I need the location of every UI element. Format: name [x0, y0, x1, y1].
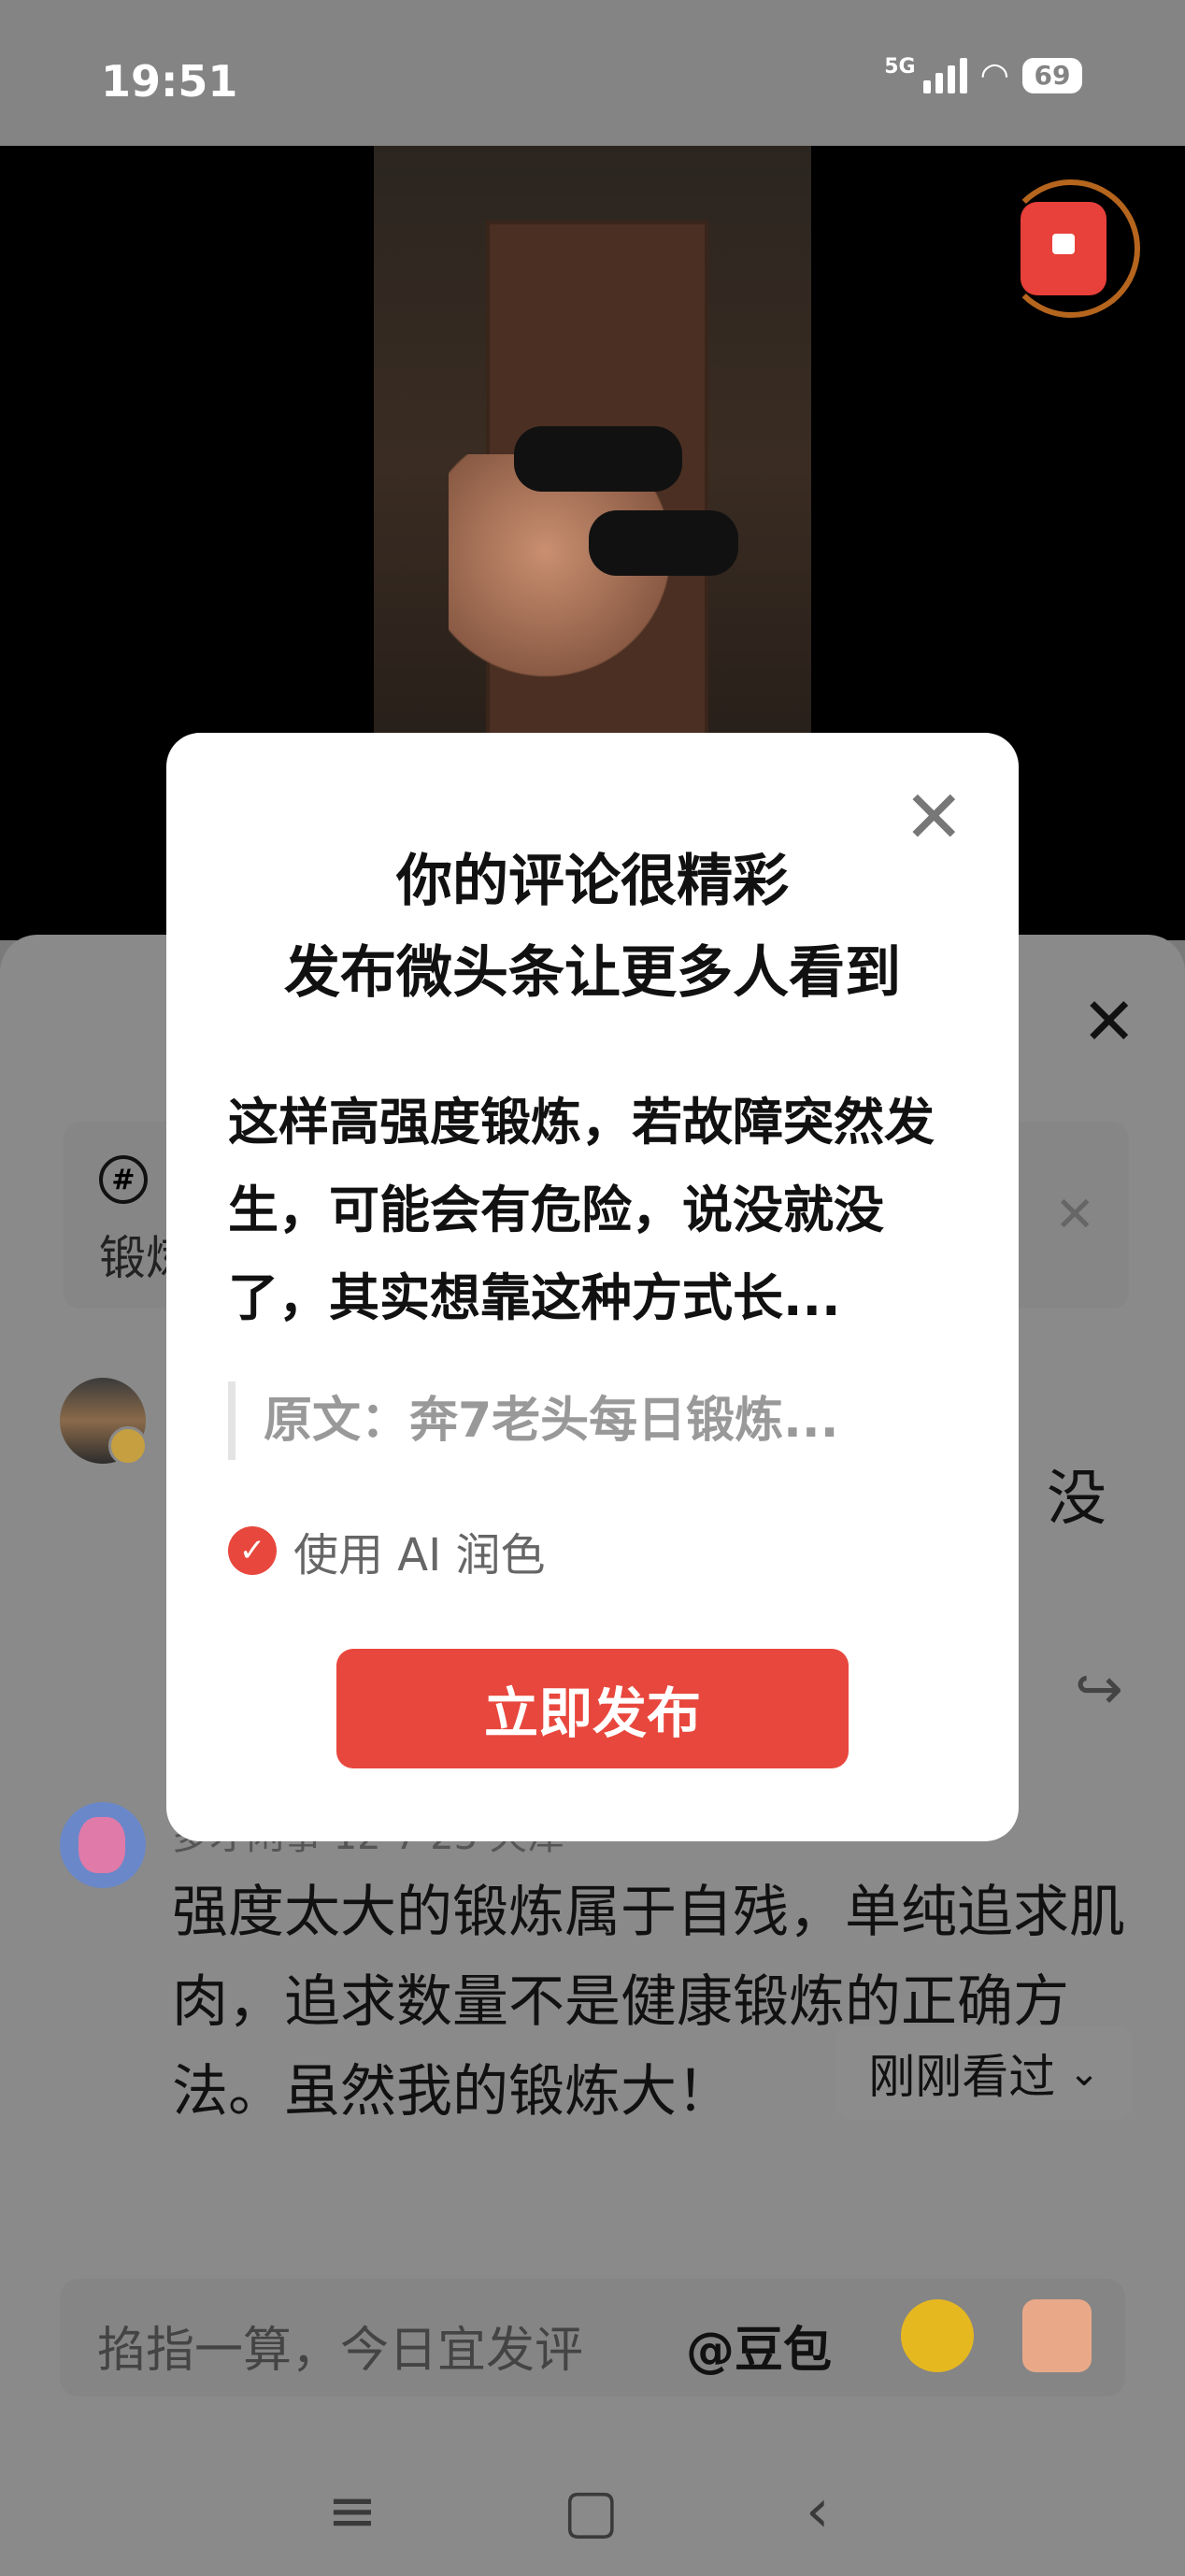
- status-bar: 19:51 5G ◠ 69: [0, 0, 1185, 146]
- dialog-title-line2: 发布微头条让更多人看到: [284, 940, 901, 1006]
- publish-dialog: ✕ 你的评论很精彩 发布微头条让更多人看到 这样高强度锻炼，若故障突然发生，可能…: [166, 733, 1019, 1841]
- share-icon[interactable]: ↪: [1075, 1654, 1123, 1723]
- chevron-down-icon: ⌄: [1068, 2052, 1100, 2095]
- mention-doubao-button[interactable]: @豆包: [686, 2311, 832, 2381]
- ai-polish-option[interactable]: ✓ 使用 AI 润色: [228, 1518, 546, 1583]
- dialog-original-quote: 原文：奔7老头每日锻炼...: [228, 1381, 966, 1460]
- thumbs-up-icon[interactable]: [1022, 2299, 1092, 2372]
- network-type: 5G: [884, 55, 916, 79]
- publish-button[interactable]: 立即发布: [336, 1649, 849, 1768]
- red-envelope-icon: [1021, 202, 1106, 295]
- back-icon[interactable]: ‹: [806, 2477, 830, 2546]
- dumbbell-image: [514, 426, 682, 492]
- emoji-smile-icon[interactable]: [901, 2299, 974, 2372]
- navigation-bar: ≡ ▢ ‹: [0, 2430, 1185, 2576]
- wifi-icon: ◠: [979, 56, 1009, 94]
- level-badge-icon: [108, 1426, 148, 1466]
- sheet-close-icon[interactable]: ✕: [1081, 989, 1136, 1054]
- menu-icon[interactable]: ≡: [327, 2477, 378, 2546]
- recently-viewed-button[interactable]: 刚刚看过 ⌄: [835, 2026, 1133, 2120]
- ai-polish-label: 使用 AI 润色: [293, 1529, 546, 1581]
- dialog-title: 你的评论很精彩 发布微头条让更多人看到: [166, 836, 1019, 1019]
- dialog-title-line1: 你的评论很精彩: [396, 849, 789, 914]
- checkbox-checked-icon[interactable]: ✓: [228, 1526, 277, 1575]
- system-icons: 5G ◠ 69: [884, 55, 1082, 94]
- topic-close-icon[interactable]: ✕: [1054, 1187, 1095, 1243]
- comment-input[interactable]: 掐指一算，今日宜发评 @豆包: [60, 2279, 1125, 2397]
- comment-input-placeholder: 掐指一算，今日宜发评: [97, 2323, 584, 2379]
- battery-icon: 69: [1022, 57, 1082, 93]
- avatar[interactable]: [60, 1378, 148, 1466]
- dumbbell-image-2: [589, 510, 738, 576]
- avatar[interactable]: [60, 1802, 146, 1888]
- signal-icon: [922, 57, 967, 93]
- hashtag-icon: #: [99, 1155, 148, 1204]
- status-time: 19:51: [101, 56, 238, 107]
- home-icon[interactable]: ▢: [563, 2477, 619, 2546]
- dialog-comment-text: 这样高强度锻炼，若故障突然发生，可能会有危险，说没就没了，其实想靠这种方式长..…: [228, 1093, 935, 1327]
- comment-text-fragment: 没: [1047, 1465, 1106, 1534]
- recently-viewed-label: 刚刚看过: [868, 2050, 1056, 2104]
- red-packet-button[interactable]: [1002, 179, 1140, 318]
